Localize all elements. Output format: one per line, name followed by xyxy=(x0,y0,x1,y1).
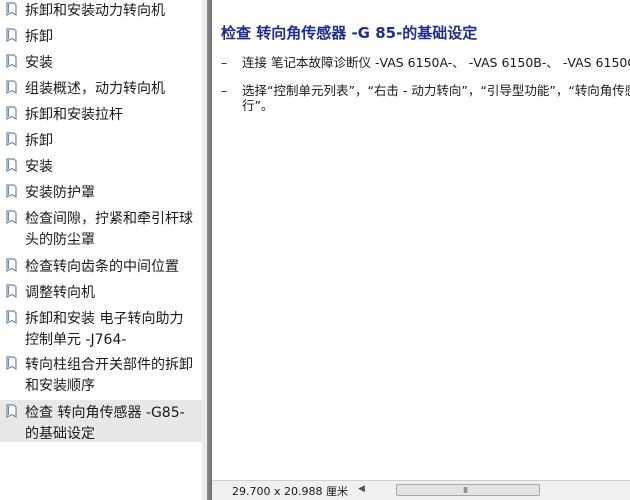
document-page-icon xyxy=(6,132,17,146)
nav-item-label: 调整转向机 xyxy=(25,285,95,301)
nav-item-label: 拆卸和安装动力转向机 xyxy=(25,3,165,19)
nav-item[interactable]: 拆卸 xyxy=(0,24,202,50)
nav-item[interactable]: 检查间隙，拧紧和牵引杆球头的防尘罩 xyxy=(0,206,202,254)
document-page-icon xyxy=(6,80,17,94)
scroll-grip-icon: III xyxy=(463,486,468,495)
document-page-icon xyxy=(6,284,17,298)
nav-item[interactable]: 安装 xyxy=(0,50,202,76)
nav-item-label: 拆卸 xyxy=(25,29,53,45)
procedure-step: – 连接 笔记本故障诊断仪 -VAS 6150A-、 -VAS 6150B-、 … xyxy=(221,55,630,71)
nav-item-label: 安装 xyxy=(25,55,53,71)
document-page-icon xyxy=(6,28,17,42)
nav-item-label: 拆卸和安装拉杆 xyxy=(25,107,123,123)
nav-item[interactable]: 组装概述，动力转向机 xyxy=(0,76,202,102)
nav-item[interactable]: 安装 xyxy=(0,154,202,180)
document-page-icon xyxy=(6,2,17,16)
nav-item[interactable]: 拆卸和安装 电子转向助力控制单元 -J764- xyxy=(0,306,202,352)
nav-item[interactable]: 拆卸和安装动力转向机 xyxy=(0,0,202,24)
procedure-step: – 选择“控制单元列表”，“右击 - 动力转向”，“引导型功能”，“转向角传感 … xyxy=(221,83,630,115)
nav-item-label: 拆卸和安装 电子转向助力控制单元 -J764- xyxy=(25,311,184,348)
nav-item-label: 检查 转向角传感器 -G85-的基础设定 xyxy=(25,405,185,442)
step-dash: – xyxy=(221,55,228,70)
nav-item-label: 安装防护罩 xyxy=(25,185,95,201)
topic-navigation-pane: 拆卸和安装动力转向机 拆卸 安装 组装概述，动力转向机 拆卸和安装拉杆 拆卸 安装 安装防护罩… xyxy=(0,0,202,500)
step-text: 连接 笔记本故障诊断仪 -VAS 6150A-、 -VAS 6150B-、 -V… xyxy=(242,55,630,70)
horizontal-scroll-thumb[interactable]: III xyxy=(396,484,540,496)
nav-item[interactable]: 调整转向机 xyxy=(0,280,202,306)
page-title: 检查 转向角传感器 -G 85-的基础设定 xyxy=(221,24,478,42)
nav-item-label: 检查转向齿条的中间位置 xyxy=(25,259,179,275)
document-page-icon xyxy=(6,54,17,68)
document-page-icon xyxy=(6,404,17,418)
document-page-icon xyxy=(6,258,17,272)
nav-item-label: 安装 xyxy=(25,159,53,175)
step-text: 选择“控制单元列表”，“右击 - 动力转向”，“引导型功能”，“转向角传感 xyxy=(242,83,630,98)
nav-item-label: 拆卸 xyxy=(25,133,53,149)
document-page-icon xyxy=(6,310,17,324)
nav-item[interactable]: 检查转向齿条的中间位置 xyxy=(0,254,202,280)
nav-item[interactable]: 检查 转向角传感器 -G85-的基础设定 xyxy=(0,400,202,442)
status-bar: 29.700 x 20.988 厘米 ◀ III xyxy=(212,480,630,500)
nav-item-label: 检查间隙，拧紧和牵引杆球头的防尘罩 xyxy=(25,211,193,248)
scroll-left-arrow-icon[interactable]: ◀ xyxy=(358,484,365,494)
step-dash: – xyxy=(221,83,228,98)
document-page-icon xyxy=(6,184,17,198)
nav-item[interactable]: 拆卸和安装拉杆 xyxy=(0,102,202,128)
horizontal-scrollbar[interactable]: III xyxy=(372,484,630,496)
nav-item[interactable]: 转向柱组合开关部件的拆卸和安装顺序 xyxy=(0,352,202,400)
nav-item-label: 组装概述，动力转向机 xyxy=(25,81,165,97)
nav-item[interactable]: 拆卸 xyxy=(0,128,202,154)
nav-item[interactable]: 安装防护罩 xyxy=(0,180,202,206)
document-page-icon xyxy=(6,210,17,224)
document-page-icon xyxy=(6,106,17,120)
nav-item-label: 转向柱组合开关部件的拆卸和安装顺序 xyxy=(25,357,193,394)
step-text-continued: 行”。 xyxy=(242,98,274,113)
document-page-icon xyxy=(6,356,17,370)
document-page-icon xyxy=(6,158,17,172)
document-content-pane: 检查 转向角传感器 -G 85-的基础设定 – 连接 笔记本故障诊断仪 -VAS… xyxy=(212,0,630,480)
page-size-readout: 29.700 x 20.988 厘米 xyxy=(232,485,348,498)
